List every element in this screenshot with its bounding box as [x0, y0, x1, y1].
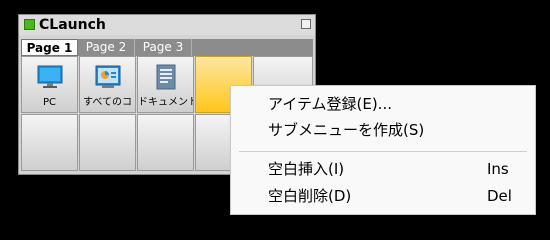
menu-separator	[239, 151, 527, 152]
context-menu: アイテム登録(E)... サブメニューを作成(S) 空白挿入(I) Ins 空白…	[230, 85, 536, 215]
menu-item-label: アイテム登録(E)...	[268, 95, 392, 113]
app-square-icon	[24, 19, 35, 30]
item-label: すべてのコ	[83, 97, 132, 108]
item-documents[interactable]: ドキュメント	[137, 56, 194, 113]
menu-item-register[interactable]: アイテム登録(E)...	[231, 91, 535, 117]
monitor-icon	[37, 65, 63, 88]
menu-item-label: 空白削除(D)	[268, 187, 352, 205]
menu-item-create-submenu[interactable]: サブメニューを作成(S)	[231, 117, 535, 143]
menu-item-shortcut: Del	[487, 187, 512, 205]
menu-item-insert-blank[interactable]: 空白挿入(I) Ins	[231, 156, 535, 182]
item-label: ドキュメント	[138, 97, 193, 108]
document-icon	[156, 64, 176, 90]
empty-slot[interactable]	[79, 114, 136, 171]
window-title: CLaunch	[39, 17, 106, 33]
control-panel-icon	[95, 65, 121, 88]
item-control-panel[interactable]: すべてのコ	[79, 56, 136, 113]
item-label: PC	[42, 97, 56, 108]
title-bar[interactable]: CLaunch	[19, 15, 315, 35]
empty-slot[interactable]	[21, 114, 78, 171]
empty-slot[interactable]	[137, 114, 194, 171]
item-pc[interactable]: PC	[21, 56, 78, 113]
menu-item-label: 空白挿入(I)	[268, 160, 345, 178]
tab-page-3[interactable]: Page 3	[135, 39, 192, 56]
menu-item-delete-blank[interactable]: 空白削除(D) Del	[231, 183, 535, 209]
menu-item-shortcut: Ins	[487, 160, 509, 178]
tab-page-2[interactable]: Page 2	[78, 39, 135, 56]
menu-item-label: サブメニューを作成(S)	[268, 121, 425, 139]
tab-page-1[interactable]: Page 1	[21, 39, 78, 56]
page-tabs: Page 1 Page 2 Page 3	[21, 39, 313, 56]
maximize-button[interactable]	[301, 19, 311, 29]
